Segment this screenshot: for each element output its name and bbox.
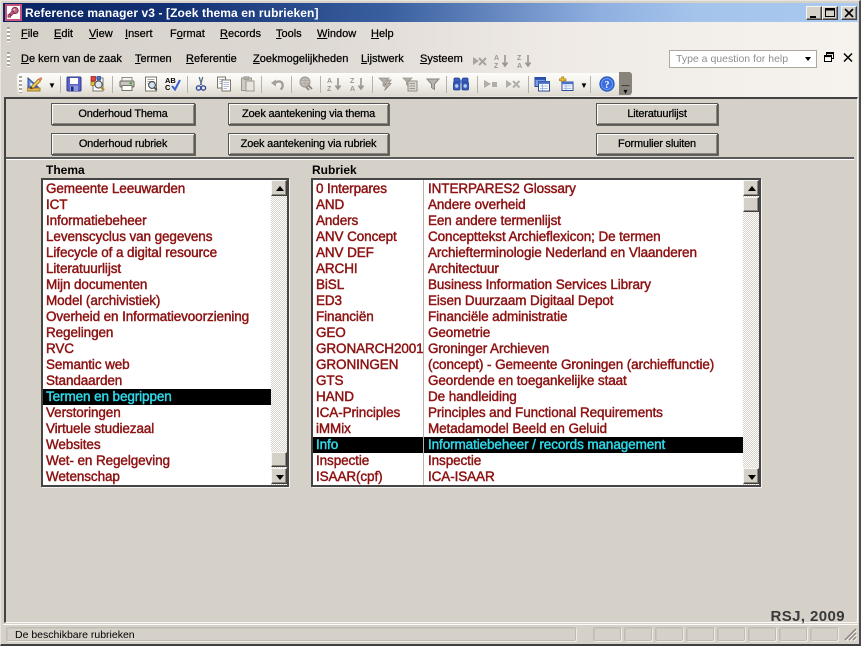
svg-text:A: A [517, 63, 522, 69]
svg-text:Z: Z [494, 63, 499, 69]
svg-text:?: ? [605, 80, 610, 91]
svg-text:Z: Z [517, 55, 522, 62]
svg-text:A: A [327, 78, 332, 85]
svg-text:A: A [494, 55, 499, 62]
svg-text:Z: Z [350, 78, 355, 85]
svg-text:C: C [165, 83, 171, 92]
svg-text:Z: Z [327, 86, 332, 92]
svg-text:A: A [350, 86, 355, 92]
